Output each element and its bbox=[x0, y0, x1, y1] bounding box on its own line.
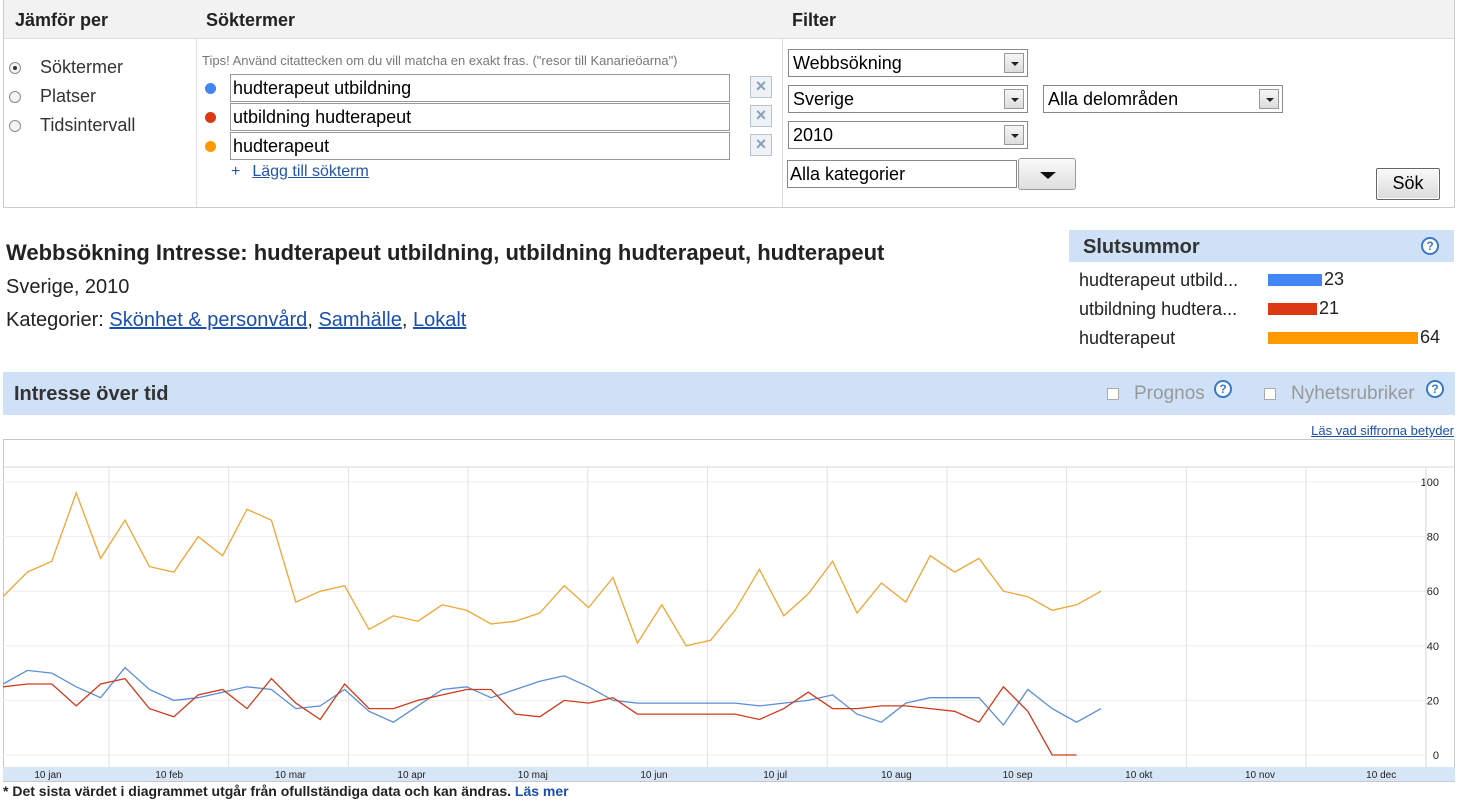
x-tick-label: 10 maj bbox=[518, 770, 548, 781]
chevron-down-icon[interactable] bbox=[1004, 53, 1024, 73]
radio-button-checked[interactable] bbox=[9, 61, 21, 74]
select-value: Webbsökning bbox=[793, 53, 902, 73]
total-value: 23 bbox=[1324, 269, 1345, 289]
read-more-link[interactable]: Läs mer bbox=[515, 783, 569, 799]
help-icon[interactable]: ? bbox=[1214, 380, 1232, 398]
add-term-link[interactable]: + Lägg till sökterm bbox=[231, 163, 369, 181]
y-tick-label: 20 bbox=[1427, 695, 1439, 707]
chevron-down-icon[interactable] bbox=[1259, 89, 1279, 109]
help-icon[interactable]: ? bbox=[1421, 237, 1439, 255]
x-axis-band bbox=[3, 767, 1455, 781]
series-color-dot bbox=[205, 82, 216, 94]
search-button[interactable]: Sök bbox=[1376, 168, 1440, 200]
interest-chart: 0 20 40 60 80 100 10 jan 10 feb 10 mar 10 apr 10 m… bbox=[3, 439, 1455, 782]
total-bar bbox=[1268, 303, 1317, 315]
select-value: Sverige bbox=[793, 89, 855, 109]
term-row: utbildning hudterapeut bbox=[205, 103, 730, 131]
forecast-checkbox[interactable] bbox=[1107, 388, 1119, 400]
query-panel-header: Jämför per Söktermer Filter bbox=[4, 0, 1454, 39]
category-link-beauty[interactable]: Skönhet & personvård bbox=[109, 309, 307, 331]
x-tick-label: 10 sep bbox=[1003, 770, 1033, 781]
close-icon[interactable]: × bbox=[750, 105, 772, 127]
term-input-2[interactable]: utbildning hudterapeut bbox=[230, 103, 730, 131]
terms-header: Söktermer bbox=[206, 10, 296, 30]
total-name: hudterapeut bbox=[1079, 328, 1176, 348]
y-tick-label: 100 bbox=[1421, 477, 1439, 489]
totals-title: Slutsummor bbox=[1083, 236, 1200, 258]
x-tick-label: 10 jun bbox=[640, 770, 667, 781]
x-tick-label: 10 nov bbox=[1245, 770, 1275, 781]
x-tick-label: 10 mar bbox=[275, 770, 307, 781]
filter-header: Filter bbox=[792, 10, 837, 30]
interest-over-time-header: Intresse över tid Prognos ? Nyhetsrubrik… bbox=[3, 372, 1455, 415]
term-input-1[interactable]: hudterapeut utbildning bbox=[230, 74, 730, 102]
country-select[interactable]: Sverige bbox=[788, 85, 1028, 113]
column-divider bbox=[196, 39, 197, 207]
read-numbers-link[interactable]: Läs vad siffrorna betyder bbox=[1311, 423, 1454, 438]
page-title: Webbsökning Intresse: hudterapeut utbild… bbox=[6, 240, 885, 265]
y-tick-label: 60 bbox=[1427, 586, 1439, 598]
interest-over-time-title: Intresse över tid bbox=[14, 383, 169, 405]
close-icon[interactable]: × bbox=[750, 76, 772, 98]
compare-option-places[interactable]: Platser bbox=[9, 86, 96, 107]
compare-option-time-range[interactable]: Tidsintervall bbox=[9, 115, 135, 136]
series-color-dot bbox=[205, 140, 216, 152]
time-select[interactable]: 2010 bbox=[788, 121, 1028, 149]
chevron-down-icon[interactable] bbox=[1004, 89, 1024, 109]
search-type-select[interactable]: Webbsökning bbox=[788, 49, 1028, 77]
footnote-text: * Det sista värdet i diagrammet utgår fr… bbox=[3, 783, 512, 799]
term-input-3[interactable]: hudterapeut bbox=[230, 132, 730, 160]
category-link-society[interactable]: Samhälle bbox=[318, 309, 401, 331]
x-tick-label: 10 apr bbox=[397, 770, 426, 781]
add-term-label: Lägg till sökterm bbox=[252, 163, 369, 180]
compare-option-label: Söktermer bbox=[40, 57, 124, 77]
total-value: 64 bbox=[1420, 327, 1441, 347]
y-tick-label: 0 bbox=[1433, 750, 1439, 762]
category-dropdown-button[interactable] bbox=[1018, 158, 1076, 190]
subregion-select[interactable]: Alla delområden bbox=[1043, 85, 1283, 113]
totals-header: Slutsummor ? bbox=[1069, 230, 1454, 262]
tips-text: Tips! Använd citattecken om du vill matc… bbox=[202, 53, 678, 68]
total-bar bbox=[1268, 274, 1322, 286]
x-tick-label: 10 okt bbox=[1125, 770, 1152, 781]
chevron-down-icon[interactable] bbox=[1004, 125, 1024, 145]
y-tick-label: 40 bbox=[1427, 641, 1439, 653]
categories-line: Kategorier: Skönhet & personvård, Samhäl… bbox=[6, 309, 467, 331]
x-tick-label: 10 jul bbox=[763, 770, 787, 781]
radio-button[interactable] bbox=[9, 119, 21, 132]
compare-option-terms[interactable]: Söktermer bbox=[9, 57, 123, 78]
plus-icon: + bbox=[231, 163, 241, 180]
x-tick-label: 10 aug bbox=[881, 770, 912, 781]
categories-label: Kategorier: bbox=[6, 309, 104, 331]
close-icon[interactable]: × bbox=[750, 134, 772, 156]
compare-option-label: Platser bbox=[40, 86, 97, 106]
help-icon[interactable]: ? bbox=[1426, 380, 1444, 398]
category-input[interactable]: Alla kategorier bbox=[787, 160, 1017, 188]
news-label: Nyhetsrubriker bbox=[1291, 383, 1415, 404]
category-link-local[interactable]: Lokalt bbox=[413, 309, 466, 331]
compare-header: Jämför per bbox=[15, 10, 109, 30]
x-tick-label: 10 dec bbox=[1366, 770, 1396, 781]
y-tick-label: 80 bbox=[1427, 532, 1439, 544]
compare-option-label: Tidsintervall bbox=[40, 115, 136, 135]
total-bar bbox=[1268, 332, 1418, 344]
news-checkbox[interactable] bbox=[1264, 388, 1276, 400]
total-value: 21 bbox=[1319, 298, 1340, 318]
chart-frame bbox=[3, 439, 1455, 782]
total-name: hudterapeut utbild... bbox=[1079, 270, 1239, 290]
select-value: Alla delområden bbox=[1048, 89, 1179, 109]
total-name: utbildning hudtera... bbox=[1079, 299, 1238, 319]
x-tick-label: 10 jan bbox=[34, 770, 61, 781]
page-subtitle: Sverige, 2010 bbox=[6, 276, 130, 298]
select-value: 2010 bbox=[793, 125, 834, 145]
x-tick-label: 10 feb bbox=[155, 770, 183, 781]
term-row: hudterapeut utbildning bbox=[205, 74, 730, 102]
term-row: hudterapeut bbox=[205, 132, 730, 160]
footnote: * Det sista värdet i diagrammet utgår fr… bbox=[3, 783, 569, 799]
forecast-label: Prognos bbox=[1134, 383, 1205, 404]
series-color-dot bbox=[205, 111, 216, 123]
radio-button[interactable] bbox=[9, 90, 21, 103]
column-divider bbox=[782, 39, 783, 207]
